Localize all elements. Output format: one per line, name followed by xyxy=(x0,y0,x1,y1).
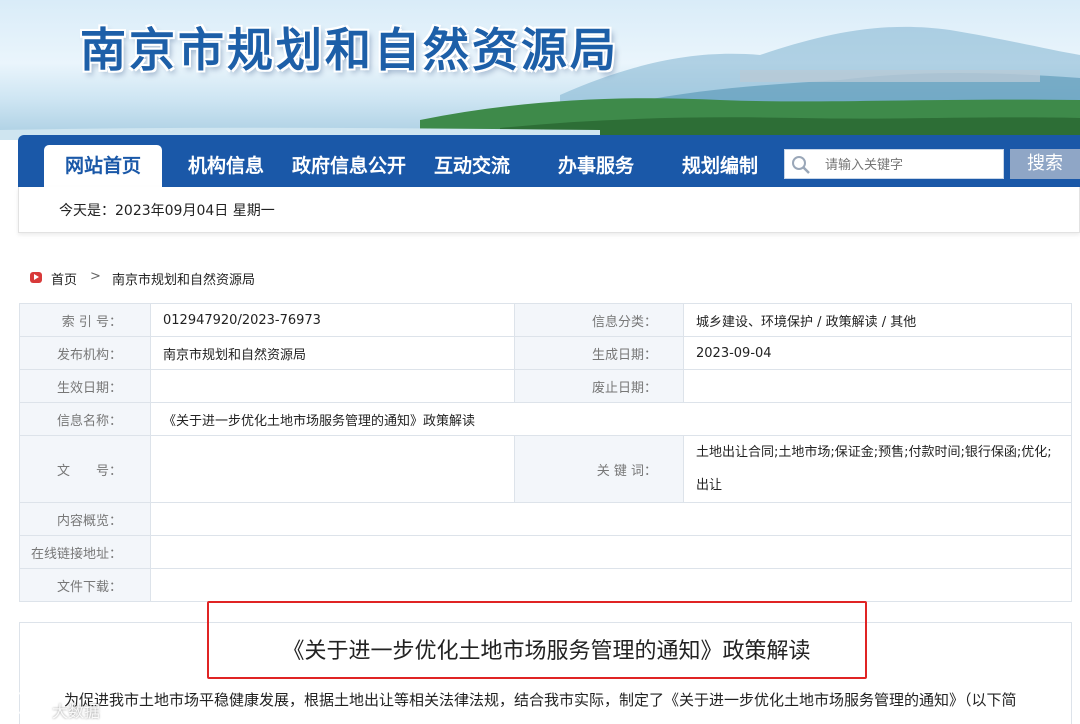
search-box xyxy=(784,149,1004,179)
info-table: 索 引 号： 012947920/2023-76973 信息分类： 城乡建设、环… xyxy=(19,303,1072,602)
publisher-label: 发布机构： xyxy=(19,336,151,370)
play-icon xyxy=(30,272,42,283)
online-link-value[interactable] xyxy=(150,535,1072,569)
breadcrumb-separator: > xyxy=(90,269,101,284)
table-row: 内容概览： xyxy=(19,502,1072,536)
highlight-box xyxy=(207,601,867,679)
keywords-label: 关 键 词： xyxy=(514,435,684,503)
table-row: 文件下载： xyxy=(19,568,1072,602)
table-row: 信息名称： 《关于进一步优化土地市场服务管理的通知》政策解读 xyxy=(19,402,1072,436)
table-row: 生效日期： 废止日期： xyxy=(19,369,1072,403)
summary-label: 内容概览： xyxy=(19,502,151,536)
search-button[interactable]: 搜索 xyxy=(1010,149,1080,179)
breadcrumb-current[interactable]: 南京市规划和自然资源局 xyxy=(112,269,255,288)
doc-number-label: 文 号： xyxy=(19,435,151,503)
nav-home[interactable]: 网站首页 xyxy=(44,145,162,187)
breadcrumb-home[interactable]: 首页 xyxy=(51,269,77,288)
site-title: 南京市规划和自然资源局 xyxy=(80,23,619,77)
table-row: 索 引 号： 012947920/2023-76973 信息分类： 城乡建设、环… xyxy=(19,303,1072,337)
info-name-value: 《关于进一步优化土地市场服务管理的通知》政策解读 xyxy=(150,402,1072,436)
effective-date-label: 生效日期： xyxy=(19,369,151,403)
table-row: 文 号： 关 键 词： 土地出让合同;土地市场;保证金;预售;付款时间;银行保函… xyxy=(19,435,1072,503)
abolished-date-value xyxy=(683,369,1072,403)
file-download-value[interactable] xyxy=(150,568,1072,602)
nav-gov-info[interactable]: 政府信息公开 xyxy=(292,135,406,187)
article-body: 为促进我市土地市场平稳健康发展，根据土地出让等相关法律法规，结合我市实际，制定了… xyxy=(64,691,1017,709)
effective-date-value xyxy=(150,369,515,403)
abolished-date-label: 废止日期： xyxy=(514,369,684,403)
date-bar: 今天是：2023年09月04日 星期一 xyxy=(18,187,1080,233)
created-date-label: 生成日期： xyxy=(514,336,684,370)
search-input[interactable] xyxy=(825,154,995,176)
created-date-value: 2023-09-04 xyxy=(683,336,1072,370)
table-row: 在线链接地址： xyxy=(19,535,1072,569)
info-name-label: 信息名称： xyxy=(19,402,151,436)
category-value: 城乡建设、环境保护 / 政策解读 / 其他 xyxy=(683,303,1072,337)
site-banner: 南京市规划和自然资源局 xyxy=(0,0,1080,140)
search-icon xyxy=(792,156,810,174)
table-row: 发布机构： 南京市规划和自然资源局 生成日期： 2023-09-04 xyxy=(19,336,1072,370)
category-label: 信息分类： xyxy=(514,303,684,337)
watermark-text: 大数据 xyxy=(52,702,101,721)
online-link-label: 在线链接地址： xyxy=(19,535,151,569)
nav-interaction[interactable]: 互动交流 xyxy=(434,135,510,187)
keywords-value: 土地出让合同;土地市场;保证金;预售;付款时间;银行保函;优化;出让 xyxy=(683,435,1072,503)
nav-organization[interactable]: 机构信息 xyxy=(188,135,264,187)
main-nav: 网站首页 机构信息 政府信息公开 互动交流 办事服务 规划编制 搜索 xyxy=(18,135,1080,187)
file-download-label: 文件下载： xyxy=(19,568,151,602)
publisher-value: 南京市规划和自然资源局 xyxy=(150,336,515,370)
index-label: 索 引 号： xyxy=(19,303,151,337)
nav-services[interactable]: 办事服务 xyxy=(558,135,634,187)
today-date: 今天是：2023年09月04日 星期一 xyxy=(59,203,275,219)
index-value: 012947920/2023-76973 xyxy=(150,303,515,337)
doc-number-value xyxy=(150,435,515,503)
nav-planning[interactable]: 规划编制 xyxy=(682,135,758,187)
summary-value xyxy=(150,502,1072,536)
